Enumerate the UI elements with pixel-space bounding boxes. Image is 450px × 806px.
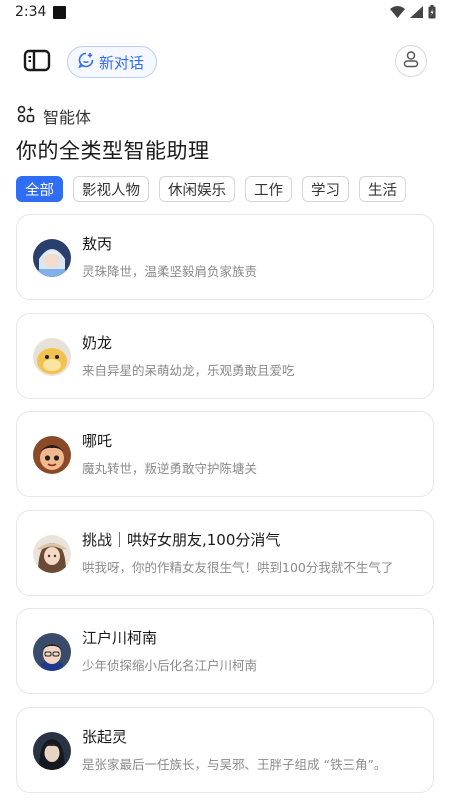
agent-description: 哄我呀，你的作精女友很生气！哄到100分我就不生气了 [82, 559, 394, 575]
agent-description: 魔丸转世，叛逆勇敢守护陈塘关 [82, 461, 258, 477]
filter-chip-film-characters[interactable]: 影视人物 [73, 176, 149, 202]
agent-name: 挑战｜哄好女朋友,100分消气 [82, 530, 281, 549]
notification-icon [53, 6, 66, 19]
agent-list: 敖丙 灵珠降世，温柔坚毅肩负家族责 奶龙 来自异星的呆萌幼龙，乐观勇敢且爱吃 哪… [16, 214, 434, 806]
agent-avatar [33, 436, 71, 475]
filter-tabs: 全部 影视人物 休闲娱乐 工作 学习 生活 [16, 176, 436, 204]
agent-avatar [33, 633, 71, 672]
signal-icon [410, 6, 423, 18]
section-header: 智能体 [17, 104, 91, 128]
agent-avatar [33, 731, 71, 770]
new-chat-button[interactable]: 新对话 [67, 46, 158, 78]
new-chat-icon [78, 52, 94, 72]
agent-name: 敖丙 [82, 235, 113, 253]
agent-avatar [33, 239, 71, 277]
new-chat-label: 新对话 [99, 53, 145, 72]
agent-card[interactable]: 张起灵 是张家最后一任族长，与吴邪、王胖子组成 “铁三角”。 [16, 706, 434, 793]
agents-icon [17, 105, 35, 127]
wifi-icon [390, 6, 405, 18]
status-bar: 2:34 [0, 0, 450, 26]
agent-name: 张起灵 [82, 727, 128, 746]
status-time: 2:34 [15, 4, 47, 20]
profile-button[interactable] [395, 45, 427, 77]
agent-avatar [33, 534, 71, 573]
agent-card[interactable]: 挑战｜哄好女朋友,100分消气 哄我呀，你的作精女友很生气！哄到100分我就不生… [16, 509, 434, 596]
agent-description: 少年侦探缩小后化名江户川柯南 [82, 658, 258, 674]
status-icons [390, 5, 436, 19]
agent-name: 哪吒 [82, 432, 113, 451]
agent-description: 是张家最后一任族长，与吴邪、王胖子组成 “铁三角”。 [82, 756, 387, 772]
top-bar: 新对话 [0, 40, 450, 82]
filter-chip-life[interactable]: 生活 [359, 176, 406, 202]
filter-chip-study[interactable]: 学习 [302, 176, 349, 202]
agent-card[interactable]: 奶龙 来自异星的呆萌幼龙，乐观勇敢且爱吃 [16, 312, 434, 399]
battery-icon [428, 5, 436, 19]
user-icon [402, 50, 420, 72]
filter-chip-all[interactable]: 全部 [16, 176, 63, 202]
agent-description: 来自异星的呆萌幼龙，乐观勇敢且爱吃 [82, 362, 295, 378]
agent-card[interactable]: 哪吒 魔丸转世，叛逆勇敢守护陈塘关 [16, 411, 434, 498]
agent-avatar [33, 337, 71, 376]
agent-name: 江户川柯南 [82, 629, 158, 648]
filter-chip-entertainment[interactable]: 休闲娱乐 [159, 176, 235, 202]
section-label: 智能体 [43, 108, 92, 127]
agent-card[interactable]: 敖丙 灵珠降世，温柔坚毅肩负家族责 [16, 214, 434, 300]
agent-card[interactable]: 江户川柯南 少年侦探缩小后化名江户川柯南 [16, 608, 434, 695]
page-title: 你的全类型智能助理 [16, 139, 210, 163]
filter-chip-work[interactable]: 工作 [245, 176, 292, 202]
agent-name: 奶龙 [82, 333, 113, 352]
sidebar-icon [23, 49, 51, 77]
agent-description: 灵珠降世，温柔坚毅肩负家族责 [82, 264, 258, 279]
sidebar-toggle-button[interactable] [23, 49, 51, 73]
